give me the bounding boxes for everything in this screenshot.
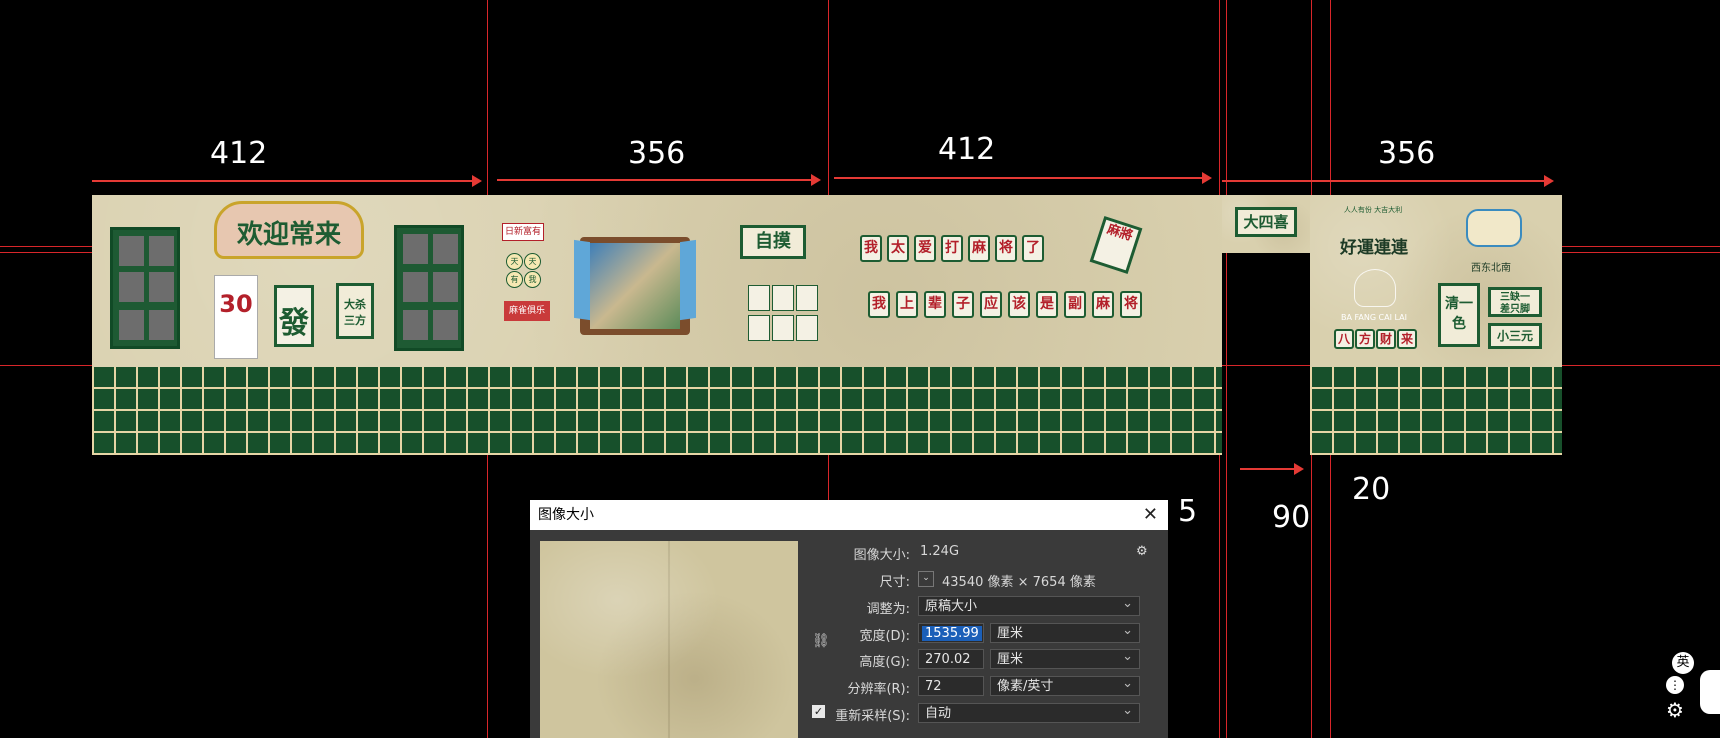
photo-window-right xyxy=(394,225,464,351)
text-tile: 将 xyxy=(1120,291,1142,318)
badge-ornament xyxy=(1466,209,1522,247)
tile-band-right xyxy=(1310,367,1562,455)
image-size-row: 图像大小: 1.24G ⚙ xyxy=(853,544,1148,563)
text-tile: 麻 xyxy=(968,235,990,262)
text-tile: 是 xyxy=(1036,291,1058,318)
fit-select[interactable]: 原稿大小 xyxy=(918,594,1140,616)
street-window xyxy=(574,237,696,335)
dimension-label: 356 xyxy=(628,136,686,171)
resolution-row: 分辨率(R): 72 像素/英寸 xyxy=(830,674,1160,698)
text-tile: 了 xyxy=(1022,235,1044,262)
tile-cluster xyxy=(748,285,820,341)
text-tile: 我 xyxy=(860,235,882,262)
resolution-unit-select[interactable]: 像素/英寸 xyxy=(990,674,1140,696)
gear-icon[interactable]: ⚙ xyxy=(1136,544,1148,559)
dimension-label: 412 xyxy=(210,136,268,171)
mural-canvas: 欢迎常来 30 發 大杀 三方 日新富有 天 天 有 我 麻雀俱乐 自摸 我 太… xyxy=(92,195,1562,455)
calendar-day: 30 xyxy=(219,290,253,318)
dialog-title: 图像大小 xyxy=(538,507,594,523)
text-tile: 将 xyxy=(995,235,1017,262)
height-row: 高度(G): 270.02 厘米 xyxy=(830,647,1160,671)
text-tile: 应 xyxy=(980,291,1002,318)
text-tile: 太 xyxy=(887,235,909,262)
width-row: 宽度(D): 1535.99 厘米 xyxy=(830,621,1160,645)
settings-gear-icon[interactable]: ⚙ xyxy=(1666,698,1684,722)
assistant-avatar[interactable] xyxy=(1700,670,1720,714)
lucky-title: 好運連連 xyxy=(1340,238,1408,258)
fortune-cn: 八 方 财 来 xyxy=(1334,329,1418,349)
dimension-label: 20 xyxy=(1352,472,1391,507)
mini-label: 西东北南 xyxy=(1471,263,1511,274)
resample-row: ✓ 重新采样(S): 自动 xyxy=(812,701,1168,725)
welcome-sign-text: 欢迎常来 xyxy=(236,220,341,250)
text-tile: 该 xyxy=(1008,291,1030,318)
calendar: 30 xyxy=(214,275,258,359)
info-icon[interactable]: ⋮ xyxy=(1666,676,1684,694)
text-tile: 上 xyxy=(896,291,918,318)
dimension-arrow xyxy=(92,175,482,187)
resample-select[interactable]: 自动 xyxy=(918,701,1140,723)
dimension-arrow xyxy=(1222,175,1554,187)
close-icon[interactable]: ✕ xyxy=(1143,500,1158,530)
plaque-line: 大杀 xyxy=(344,298,366,311)
height-input[interactable]: 270.02 xyxy=(918,649,984,669)
preview-image[interactable] xyxy=(540,541,798,738)
plaque-sanque: 三缺一 差只脚 xyxy=(1488,287,1542,317)
plaque-line: 三方 xyxy=(344,314,366,327)
tile-band-left xyxy=(92,367,1222,455)
welcome-sign: 欢迎常来 xyxy=(214,201,364,259)
chevron-down-icon[interactable]: ⌄ xyxy=(918,571,934,587)
photo-window-left xyxy=(110,227,180,349)
height-unit-select[interactable]: 厘米 xyxy=(990,647,1140,669)
dimension-arrow xyxy=(497,174,821,186)
resolution-input[interactable]: 72 xyxy=(918,676,984,696)
width-unit-select[interactable]: 厘米 xyxy=(990,621,1140,643)
fortune-sub: BA FANG CAI LAI xyxy=(1340,313,1407,322)
ime-indicator[interactable]: 英 xyxy=(1672,652,1694,674)
text-tile: 麻 xyxy=(1092,291,1114,318)
dimension-arrow xyxy=(1240,463,1304,475)
zimo-sign: 自摸 xyxy=(740,225,806,259)
plaque-xiaosanyuan: 小三元 xyxy=(1488,323,1542,349)
dimensions-row: 尺寸: ⌄ 43540 像素 × 7654 像素 xyxy=(879,571,1096,590)
text-tile: 爱 xyxy=(914,235,936,262)
text-tile: 辈 xyxy=(924,291,946,318)
text-tile: 打 xyxy=(941,235,963,262)
fa-tile: 發 xyxy=(274,285,314,347)
link-icon[interactable]: ⛓ xyxy=(812,633,830,649)
image-size-dialog: 图像大小 ✕ 图像大小: 1.24G ⚙ 尺寸: ⌄ 43540 像素 × 76… xyxy=(530,500,1168,738)
dimension-label: 90 xyxy=(1272,500,1311,535)
dimension-label: 5 xyxy=(1178,494,1198,529)
text-tile: 子 xyxy=(952,291,974,318)
dialog-titlebar: 图像大小 ✕ xyxy=(530,500,1168,530)
dasixi-sign: 大四喜 xyxy=(1235,207,1297,237)
resample-checkbox[interactable]: ✓ xyxy=(812,705,825,718)
red-tag: 麻雀俱乐 xyxy=(504,301,550,321)
fa-tile-text: 發 xyxy=(279,306,309,341)
width-input[interactable]: 1535.99 xyxy=(918,623,984,643)
text-tile: 我 xyxy=(868,291,890,318)
plaque-dasha: 大杀 三方 xyxy=(336,283,374,339)
lotus-icon xyxy=(1354,269,1396,307)
fit-row: 调整为: 原稿大小 xyxy=(830,594,1160,618)
arc-text: 人人有份 大吉大利 xyxy=(1343,206,1403,214)
dimension-label: 356 xyxy=(1378,136,1436,171)
round-badges: 天 天 有 我 xyxy=(506,253,541,288)
qingyise-plaque: 清一色 xyxy=(1438,283,1480,347)
dimension-label: 412 xyxy=(938,132,996,167)
text-tile: 副 xyxy=(1064,291,1086,318)
dimension-arrow xyxy=(834,172,1212,184)
note-card: 日新富有 xyxy=(502,223,544,241)
